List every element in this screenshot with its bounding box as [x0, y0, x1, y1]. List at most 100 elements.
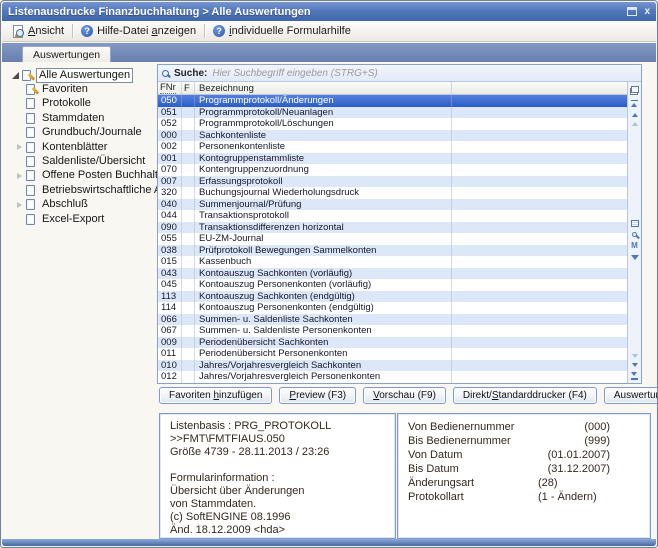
table-row[interactable]: 066Summen- u. Saldenliste Sachkonten	[158, 314, 627, 326]
cell-bezeichnung: Periodenübersicht Sachkonten	[195, 337, 452, 349]
cell-empty	[452, 199, 627, 211]
cell-bezeichnung: Periodenübersicht Personenkonten	[195, 348, 452, 360]
hilfe-datei-anzeigen-button[interactable]: ?Hilfe-Datei anzeigen	[75, 23, 202, 39]
cell-fnr: 320	[158, 187, 182, 199]
table-row[interactable]: 090Transaktionsdifferenzen horizontal	[158, 222, 627, 234]
cell-fnr: 045	[158, 279, 182, 291]
cell-empty	[452, 371, 627, 383]
scroll-down-faint-icon[interactable]	[632, 354, 638, 358]
tree-item-stammdaten[interactable]: Stammdaten	[8, 111, 160, 125]
page-icon	[26, 199, 35, 210]
column-header-bezeichnung[interactable]: Bezeichnung	[195, 82, 452, 94]
tab-auswertungen[interactable]: Auswertungen	[22, 46, 111, 62]
cell-favorite	[182, 314, 195, 326]
table-row[interactable]: 015Kassenbuch	[158, 256, 627, 268]
scroll-up-faint-icon[interactable]	[632, 122, 638, 126]
cell-empty	[452, 107, 627, 119]
scroll-down-icon[interactable]	[632, 363, 638, 367]
table-row[interactable]: 113Kontoauszug Sachkonten (endgültig)	[158, 291, 627, 303]
param-row: Von Bedienernummer(000)	[408, 420, 650, 434]
cell-bezeichnung: Jahres/Vorjahresvergleich Personenkonten	[195, 371, 452, 383]
column-header-fnr[interactable]: FNr	[158, 82, 182, 94]
window-bottom-frame	[2, 539, 656, 546]
tab-strip: Auswertungen	[2, 43, 656, 62]
table-row[interactable]: 045Kontoauszug Personenkonten (vorläufig…	[158, 279, 627, 291]
page-icon	[26, 142, 35, 153]
direkt-standarddrucker-button[interactable]: Direkt/Standarddrucker (F4)	[453, 387, 597, 404]
tree-item-favoriten[interactable]: Favoriten	[8, 82, 160, 96]
filter-icon[interactable]	[631, 255, 639, 260]
table-row[interactable]: 055EU-ZM-Journal	[158, 233, 627, 245]
close-icon[interactable]: x	[644, 7, 650, 17]
table-row[interactable]: 070Kontengruppenzuordnung	[158, 164, 627, 176]
info-line	[170, 459, 395, 472]
table-row[interactable]: 009Periodenübersicht Sachkonten	[158, 337, 627, 349]
individuelle-formularhilfe-button[interactable]: ?individuelle Formularhilfe	[207, 23, 357, 39]
tree-item-alle-auswertungen[interactable]: Alle Auswertungen	[8, 68, 160, 82]
goto-first-icon[interactable]	[631, 100, 638, 108]
tree-item-saldenliste-bersicht[interactable]: Saldenliste/Übersicht	[8, 154, 160, 168]
cell-favorite	[182, 245, 195, 257]
tree-item-grundbuch-journale[interactable]: Grundbuch/Journale	[8, 126, 160, 140]
tree-expander-icon[interactable]	[14, 202, 24, 208]
card-view-icon[interactable]	[631, 220, 639, 227]
table-row[interactable]: 050Programmprotokoll/Änderungen	[158, 95, 627, 107]
search-bar[interactable]: Suche: Hier Suchbegriff eingeben (STRG+S…	[158, 65, 641, 82]
table-row[interactable]: 052Programmprotokoll/Löschungen	[158, 118, 627, 130]
auswertung-drucken-button[interactable]: Auswertung drucken	[604, 387, 658, 404]
tree-expander-icon[interactable]	[10, 72, 20, 79]
ansicht-button[interactable]: Ansicht	[6, 23, 70, 39]
table-row[interactable]: 038Prüfprotokoll Bewegungen Sammelkonten	[158, 245, 627, 257]
table-row[interactable]: 067Summen- u. Saldenliste Personenkonten	[158, 325, 627, 337]
table-side-scrollbar[interactable]: M	[627, 82, 641, 383]
marker-icon[interactable]: M	[631, 242, 638, 250]
cell-bezeichnung: Jahres/Vorjahresvergleich Sachkonten	[195, 360, 452, 372]
cell-favorite	[182, 222, 195, 234]
tree-expander-icon[interactable]	[14, 173, 24, 179]
table-row[interactable]: 012Jahres/Vorjahresvergleich Personenkon…	[158, 371, 627, 383]
preview-button[interactable]: Preview (F3)	[279, 387, 356, 404]
vorschau-button[interactable]: Vorschau (F9)	[363, 387, 446, 404]
table-row[interactable]: 001Kontogruppenstammliste	[158, 153, 627, 165]
table-row[interactable]: 320 Buchungsjournal Wiederholungsdruck	[158, 187, 627, 199]
tree-expander-icon[interactable]	[14, 144, 24, 150]
column-header-f[interactable]: F	[182, 82, 195, 94]
table-row[interactable]: 010Jahres/Vorjahresvergleich Sachkonten	[158, 360, 627, 372]
table-row[interactable]: 043Kontoauszug Sachkonten (vorläufig)	[158, 268, 627, 280]
tree-item-offene-posten-buchhaltung[interactable]: Offene Posten Buchhaltung	[8, 169, 160, 183]
tree-item-excel-export[interactable]: Excel-Export	[8, 212, 160, 226]
tree-item-label: Favoriten	[40, 83, 90, 96]
table-row[interactable]: 051Programmprotokoll/Neuanlagen	[158, 107, 627, 119]
cell-empty	[452, 268, 627, 280]
cell-fnr: 011	[158, 348, 182, 360]
cell-bezeichnung: Buchungsjournal Wiederholungsdruck	[195, 187, 452, 199]
search-input[interactable]: Hier Suchbegriff eingeben (STRG+S)	[212, 68, 377, 79]
column-chooser-icon[interactable]	[630, 86, 639, 95]
cell-favorite	[182, 348, 195, 360]
cell-bezeichnung: Summenjournal/Prüfung	[195, 199, 452, 211]
table-row[interactable]: 000Sachkontenliste	[158, 130, 627, 142]
favoriten-hinzufuegen-button[interactable]: Favoriten hinzufügen	[159, 387, 272, 404]
cell-favorite	[182, 233, 195, 245]
scroll-up-icon[interactable]	[632, 113, 638, 117]
zoom-icon[interactable]	[632, 232, 637, 237]
table-row[interactable]: 011 Periodenübersicht Personenkonten	[158, 348, 627, 360]
cell-bezeichnung: Personenkontenliste	[195, 141, 452, 153]
tree-item-kontenbl-tter[interactable]: Kontenblätter	[8, 140, 160, 154]
tree-item-protokolle[interactable]: Protokolle	[8, 97, 160, 111]
param-label: Bis Datum	[408, 463, 459, 475]
notepad-pencil-icon	[26, 84, 35, 95]
table-row[interactable]: 044Transaktionsprotokoll	[158, 210, 627, 222]
goto-last-icon[interactable]	[631, 372, 638, 380]
table-row[interactable]: 007Erfassungsprotokoll	[158, 176, 627, 188]
table-row[interactable]: 002Personenkontenliste	[158, 141, 627, 153]
table-body: 050Programmprotokoll/Änderungen051Progra…	[158, 95, 627, 383]
cell-bezeichnung: Kontengruppenzuordnung	[195, 164, 452, 176]
restore-icon[interactable]	[627, 7, 637, 16]
table-row[interactable]: 040Summenjournal/Prüfung	[158, 199, 627, 211]
table-row[interactable]: 114Kontoauszug Personenkonten (endgültig…	[158, 302, 627, 314]
tree-item-betriebswirtschaftliche-auswertungen[interactable]: Betriebswirtschaftliche Auswertungen	[8, 183, 160, 197]
cell-empty	[452, 233, 627, 245]
cell-empty	[452, 141, 627, 153]
tree-item-abschlu[interactable]: Abschluß	[8, 198, 160, 212]
